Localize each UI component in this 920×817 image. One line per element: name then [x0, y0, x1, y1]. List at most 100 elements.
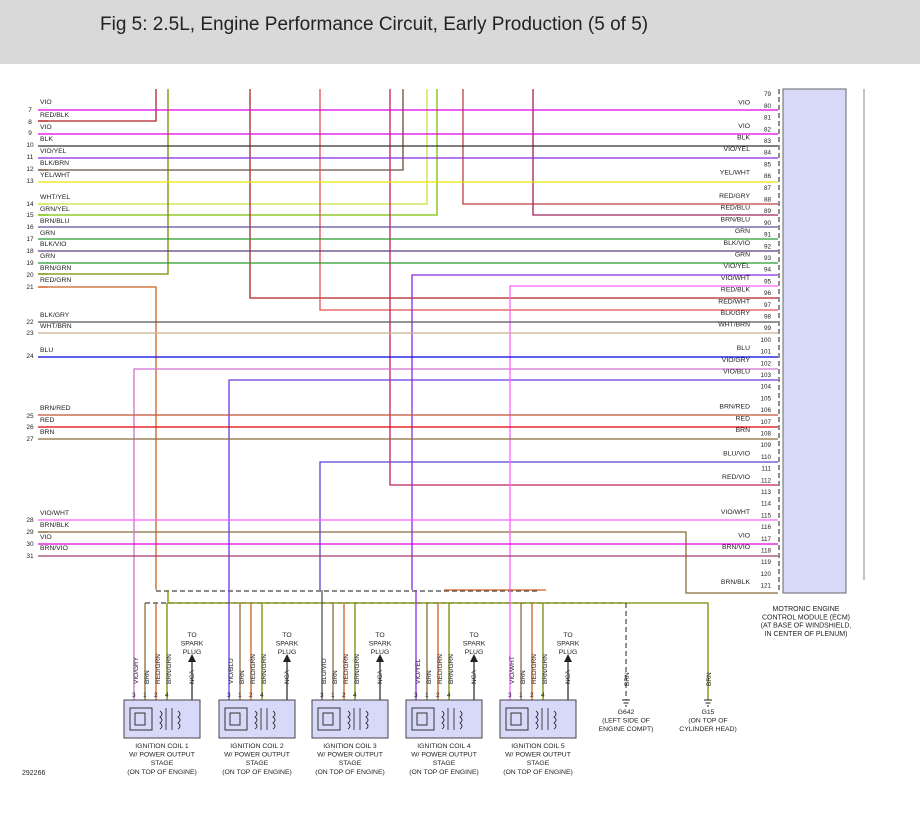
- left-wire-label: RED/BLK: [40, 112, 70, 119]
- right-pin-number: 91: [764, 232, 772, 239]
- coil-pin-number: 1: [143, 692, 147, 699]
- left-pin-number: 13: [26, 178, 34, 185]
- left-pin-number: 31: [26, 553, 34, 560]
- left-wire-label: WHT/BRN: [40, 323, 72, 330]
- right-wire-label: BLK: [737, 135, 750, 142]
- left-wire-label: VIO/YEL: [40, 148, 67, 155]
- right-pin-number: 90: [764, 220, 772, 227]
- right-wire-label: VIO/GRY: [722, 357, 751, 364]
- coil-pin-number: 4: [447, 692, 451, 699]
- coil-wire-label: BRN/GRN: [166, 654, 173, 684]
- coil-name-line: W/ POWER OUTPUT: [411, 752, 477, 759]
- left-pin-number: 29: [26, 529, 34, 536]
- right-wire-label: VIO: [738, 532, 750, 539]
- left-wire-label: WHT/YEL: [40, 194, 70, 201]
- spark-plug-label: TO: [563, 632, 572, 639]
- coil-name-line: IGNITION COIL 2: [230, 743, 284, 750]
- left-wire-label: RED: [40, 417, 54, 424]
- spark-plug-label: PLUG: [183, 649, 202, 656]
- left-pin-number: 9: [28, 130, 32, 137]
- left-pin-number: 28: [26, 517, 34, 524]
- coil-wire-label: BRN: [520, 670, 527, 684]
- right-wire-label: YEL/WHT: [720, 170, 750, 177]
- coil-name-line: STAGE: [339, 760, 362, 767]
- right-pin-number: 94: [764, 267, 772, 274]
- right-pin-number: 95: [764, 278, 772, 285]
- coil-name-line: W/ POWER OUTPUT: [505, 752, 571, 759]
- right-pin-number: 108: [760, 431, 771, 438]
- right-wire-label: VIO/WHT: [721, 509, 750, 516]
- ignition-coils: 3124VIO/GRYBRNRED/GRNBRN/GRNNCATOSPARKPL…: [123, 590, 580, 776]
- left-wire-label: BLK/VIO: [40, 241, 66, 248]
- right-wire-label: VIO/BLU: [723, 369, 750, 376]
- right-wire-label: RED/VIO: [722, 474, 750, 481]
- figure-title: Fig 5: 2.5L, Engine Performance Circuit,…: [100, 14, 649, 35]
- right-wire-label: RED/BLU: [721, 205, 751, 212]
- coil-pin-number: 2: [436, 692, 440, 699]
- left-pin-number: 11: [27, 154, 34, 161]
- left-pin-number: 14: [26, 201, 34, 208]
- left-wire-label: BLK: [40, 136, 53, 143]
- coil-pin-number: 4: [541, 692, 545, 699]
- ground-point-2: BRN G15 (ON TOP OFCYLINDER HEAD): [679, 672, 736, 733]
- ecm-label-line: IN CENTER OF PLENUM): [765, 631, 848, 638]
- left-wire-label: GRN: [40, 230, 55, 237]
- right-pin-number: 96: [764, 290, 772, 297]
- wire: [133, 368, 778, 590]
- right-pin-number: 93: [764, 255, 772, 262]
- ecm-label-line: CONTROL MODULE (ECM): [762, 614, 850, 621]
- left-pin-number: 21: [26, 284, 34, 291]
- right-pin-number: 97: [764, 302, 772, 309]
- spark-plug-label: SPARK: [276, 641, 299, 648]
- ignition-coil-5: 3124VIO/WHTBRNRED/GRNBRN/GRNNCATOSPARKPL…: [499, 590, 580, 776]
- left-pin-number: 19: [26, 260, 34, 267]
- coil-name-line: STAGE: [246, 760, 269, 767]
- left-wire-label: BRN/BLU: [40, 218, 70, 225]
- right-pin-number: 86: [764, 173, 772, 180]
- spark-plug-label: PLUG: [278, 649, 297, 656]
- coil-name-line: W/ POWER OUTPUT: [224, 752, 290, 759]
- coil-wire-label: BRN: [239, 670, 246, 684]
- coil-wire-label: BRN/GRN: [354, 654, 361, 684]
- coil-name-line: (ON TOP OF ENGINE): [315, 769, 385, 776]
- left-pin-number: 15: [26, 212, 34, 219]
- spark-plug-label: SPARK: [463, 641, 486, 648]
- right-pin-number: 83: [764, 138, 772, 145]
- left-wire-label: BLU: [40, 347, 53, 354]
- right-pin-number: 117: [761, 536, 772, 543]
- coil-pin-number: 1: [331, 692, 335, 699]
- left-wire-label: BRN/BLK: [40, 522, 70, 529]
- coil-name-line: IGNITION COIL 1: [135, 743, 189, 750]
- coil-pin-number: 2: [249, 692, 253, 699]
- ignition-coil-1: 3124VIO/GRYBRNRED/GRNBRN/GRNNCATOSPARKPL…: [123, 590, 204, 776]
- right-pin-number: 120: [760, 571, 771, 578]
- right-wire-label: BLU/VIO: [723, 450, 750, 457]
- spark-plug-label: PLUG: [559, 649, 578, 656]
- right-pin-number: 99: [764, 325, 772, 332]
- right-pin-number: 111: [761, 466, 771, 473]
- figure-id: 292266: [22, 770, 45, 777]
- left-pin-number: 23: [26, 330, 34, 337]
- right-wire-label: BLU: [737, 345, 750, 352]
- ecm-label-line: (AT BASE OF WINDSHIELD,: [761, 623, 852, 630]
- right-pin-number: 92: [764, 243, 772, 250]
- coil-wire-label: BRN/GRN: [542, 654, 549, 684]
- coil-name-line: (ON TOP OF ENGINE): [222, 769, 292, 776]
- left-wire-label: BRN: [40, 429, 54, 436]
- coil-wire-label: VIO/BLU: [228, 658, 235, 684]
- wire: [319, 461, 778, 590]
- ground-points: BRN G642 (LEFT SIDE OFENGINE COMPT) BRN G15 (…: [599, 672, 737, 733]
- coil-pin-number: 3: [227, 692, 231, 699]
- left-wire-label: BRN/VIO: [40, 545, 68, 552]
- coil-name-line: STAGE: [527, 760, 550, 767]
- spark-plug-label: PLUG: [371, 649, 390, 656]
- left-pin-number: 8: [28, 119, 32, 126]
- coil-wire-label: BRN: [426, 670, 433, 684]
- right-wire-label: BRN/BLU: [721, 216, 751, 223]
- ignition-coil-4: 3124VIO/YELBRNRED/GRNBRN/GRNNCATOSPARKPL…: [405, 590, 486, 776]
- right-pin-number: 79: [764, 91, 772, 98]
- wire: [389, 89, 778, 486]
- right-pin-number: 121: [760, 583, 771, 590]
- right-wire-label: RED/GRY: [719, 193, 750, 200]
- right-wire-label: BRN/VIO: [722, 544, 750, 551]
